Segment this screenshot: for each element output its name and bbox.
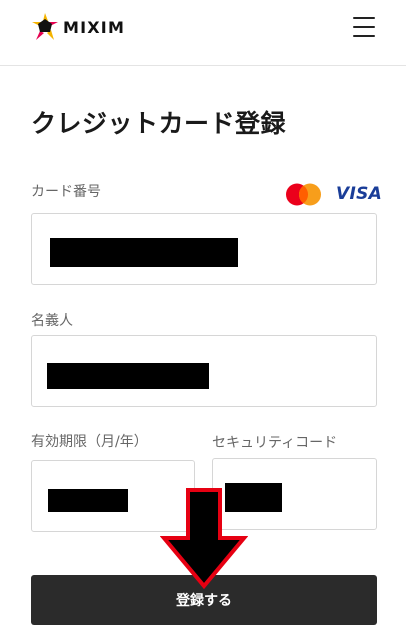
redaction-block [47, 363, 209, 389]
hamburger-menu-icon [353, 17, 375, 19]
security-code-label: セキュリティコード [212, 435, 338, 451]
app-header: MIXIM [0, 0, 406, 66]
hamburger-line [353, 35, 375, 37]
redaction-block [48, 489, 128, 512]
brand-name: MIXIM [63, 17, 126, 37]
hamburger-line [353, 26, 375, 28]
brand-logo[interactable]: MIXIM [32, 13, 125, 41]
mixim-logo-icon [32, 13, 58, 40]
redaction-block [50, 238, 238, 267]
redaction-block [225, 483, 282, 512]
holder-name-field[interactable] [31, 335, 377, 407]
visa-logo: VISA [336, 184, 383, 204]
page-title: クレジットカード登録 [31, 109, 287, 138]
card-number-field[interactable] [31, 213, 377, 285]
card-number-label: カード番号 [31, 184, 101, 200]
register-button[interactable]: 登録する [31, 575, 377, 625]
security-code-field[interactable] [212, 458, 377, 530]
menu-button[interactable] [353, 17, 375, 37]
mastercard-icon [286, 183, 321, 206]
expiry-label: 有効期限（月/年） [31, 434, 148, 450]
holder-name-label: 名義人 [31, 313, 73, 329]
expiry-field[interactable] [31, 460, 195, 532]
